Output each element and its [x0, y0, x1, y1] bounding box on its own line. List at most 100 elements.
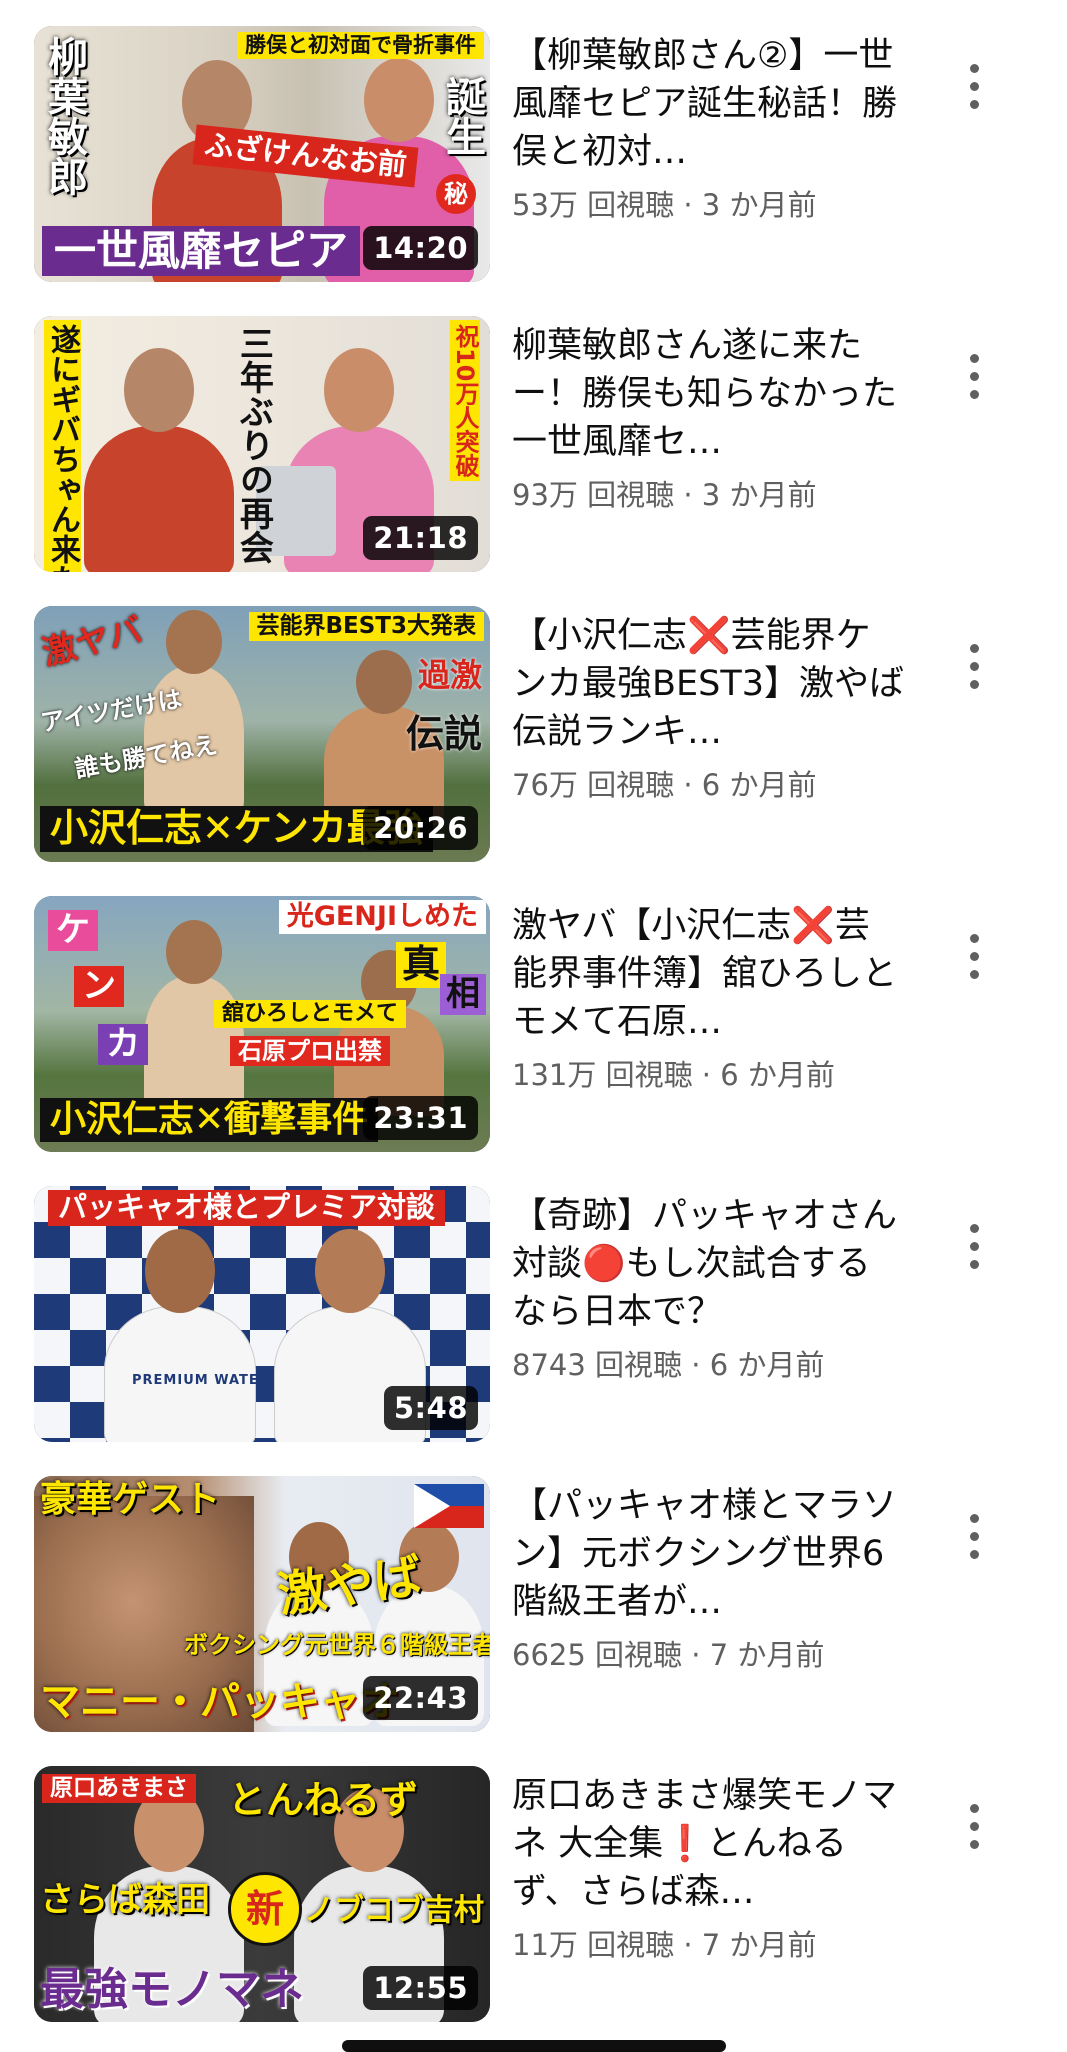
- video-meta: 53万 回視聴 · 3 か月前: [512, 182, 904, 224]
- more-options-button[interactable]: [952, 1506, 996, 1566]
- video-info[interactable]: 【小沢仁志❌芸能界ケンカ最強BEST3】激やば伝説ランキ… 76万 回視聴 · …: [512, 612, 904, 804]
- video-title[interactable]: 原口あきまさ爆笑モノマネ 大全集❗️とんねるず、さらば森…: [512, 1772, 904, 1916]
- view-count: 131万 回視聴: [512, 1058, 693, 1092]
- thumbnail-caption: さらば森田: [40, 1880, 210, 1920]
- thumbnail-caption: ノブコブ吉村: [304, 1893, 484, 1928]
- video-item[interactable]: 芸能界BEST3大発表 激ヤバ アイツだけは 誰も勝てねえ 過激 伝説 小沢仁志…: [0, 606, 1067, 876]
- video-meta: 76万 回視聴 · 6 か月前: [512, 762, 904, 804]
- thumbnail-caption: 石原プロ出禁: [230, 1036, 390, 1067]
- duration-badge: 23:31: [363, 1096, 478, 1140]
- thumbnail-caption: 舘ひろしとモメて: [214, 1000, 407, 1029]
- thumbnail-caption: 秘: [436, 174, 476, 214]
- video-thumbnail[interactable]: 勝俣と初対面で骨折事件 柳葉敏郎 誕生 ふざけんなお前 秘 一世風靡セピア 14…: [34, 26, 490, 282]
- duration-badge: 20:26: [363, 806, 478, 850]
- thumbnail-caption: 最強モノマネ: [40, 1963, 304, 2015]
- thumbnail-caption: ン: [74, 966, 124, 1008]
- thumbnail-caption: 祝10万人突破: [449, 320, 480, 482]
- upload-age: 3 か月前: [701, 188, 817, 222]
- thumbnail-caption: 新: [228, 1872, 302, 1946]
- thumbnail-caption: 勝俣と初対面で骨折事件: [237, 32, 484, 60]
- video-thumbnail[interactable]: パッキャオ様とプレミア対談 PREMIUM WATER 5:48: [34, 1186, 490, 1442]
- vertical-ellipsis-icon: [969, 1803, 979, 1849]
- home-indicator[interactable]: [342, 2040, 726, 2052]
- vertical-ellipsis-icon: [969, 63, 979, 109]
- thumbnail-caption: 柳葉敏郎: [41, 36, 87, 196]
- video-meta: 6625 回視聴 · 7 か月前: [512, 1632, 904, 1674]
- vertical-ellipsis-icon: [969, 353, 979, 399]
- meta-separator: ·: [691, 1348, 701, 1382]
- more-options-button[interactable]: [952, 1216, 996, 1276]
- person-left: [84, 348, 234, 572]
- view-count: 11万 回視聴: [512, 1928, 675, 1962]
- thumbnail-caption: マニー・パッキャオ: [40, 1679, 400, 1725]
- upload-age: 3 か月前: [701, 478, 817, 512]
- more-options-button[interactable]: [952, 56, 996, 116]
- upload-age: 6 か月前: [709, 1348, 825, 1382]
- duration-badge: 21:18: [363, 516, 478, 560]
- video-info[interactable]: 原口あきまさ爆笑モノマネ 大全集❗️とんねるず、さらば森… 11万 回視聴 · …: [512, 1772, 904, 1964]
- video-thumbnail[interactable]: 光GENJIしめた ケ ン カ 真 相 舘ひろしとモメて 石原プロ出禁 小沢仁志…: [34, 896, 490, 1152]
- video-info[interactable]: 【パッキャオ様とマラソン】元ボクシング世界6階級王者が… 6625 回視聴 · …: [512, 1482, 904, 1674]
- duration-badge: 22:43: [363, 1676, 478, 1720]
- more-options-button[interactable]: [952, 636, 996, 696]
- thumbnail-caption: 真: [395, 942, 446, 988]
- more-options-button[interactable]: [952, 926, 996, 986]
- meta-separator: ·: [683, 478, 693, 512]
- meta-separator: ·: [701, 1058, 712, 1092]
- view-count: 93万 回視聴: [512, 478, 675, 512]
- person-left: [144, 920, 244, 1116]
- video-thumbnail[interactable]: 豪華ゲスト 激やば ボクシング元世界６階級王者 マニー・パッキャオ 22:43: [34, 1476, 490, 1732]
- view-count: 53万 回視聴: [512, 188, 675, 222]
- video-thumbnail[interactable]: 芸能界BEST3大発表 激ヤバ アイツだけは 誰も勝てねえ 過激 伝説 小沢仁志…: [34, 606, 490, 862]
- thumbnail-caption: とんねるず: [228, 1778, 419, 1822]
- meta-separator: ·: [683, 188, 693, 222]
- video-title[interactable]: 【柳葉敏郎さん②】一世風靡セピア誕生秘話！勝俣と初対…: [512, 32, 904, 176]
- video-title[interactable]: 柳葉敏郎さん遂に来たー！勝俣も知らなかった一世風靡セ…: [512, 322, 904, 466]
- video-title[interactable]: 激ヤバ【小沢仁志❌芸能界事件簿】舘ひろしとモメて石原…: [512, 902, 904, 1046]
- view-count: 76万 回視聴: [512, 768, 675, 802]
- vertical-ellipsis-icon: [969, 1513, 979, 1559]
- more-options-button[interactable]: [952, 346, 996, 406]
- duration-badge: 14:20: [363, 226, 478, 270]
- view-count: 8743 回視聴: [512, 1348, 683, 1382]
- video-thumbnail[interactable]: 原口あきまさ とんねるず さらば森田 新 ノブコブ吉村 最強モノマネ 12:55: [34, 1766, 490, 2022]
- thumbnail-caption: 原口あきまさ: [42, 1774, 196, 1804]
- thumbnail-caption: 伝説: [405, 712, 482, 756]
- meta-separator: ·: [683, 1928, 693, 1962]
- video-title[interactable]: 【奇跡】パッキャオさん対談🔴もし次試合するなら日本で？: [512, 1192, 904, 1336]
- thumbnail-caption: 誕生: [439, 76, 485, 156]
- video-item[interactable]: 原口あきまさ とんねるず さらば森田 新 ノブコブ吉村 最強モノマネ 12:55…: [0, 1766, 1067, 2036]
- video-thumbnail[interactable]: 遂にギバちゃん来た 三年ぶりの再会 祝10万人突破 21:18: [34, 316, 490, 572]
- video-item[interactable]: 遂にギバちゃん来た 三年ぶりの再会 祝10万人突破 21:18 柳葉敏郎さん遂に…: [0, 316, 1067, 586]
- more-options-button[interactable]: [952, 1796, 996, 1856]
- view-count: 6625 回視聴: [512, 1638, 683, 1672]
- video-item[interactable]: 豪華ゲスト 激やば ボクシング元世界６階級王者 マニー・パッキャオ 22:43 …: [0, 1476, 1067, 1746]
- video-meta: 93万 回視聴 · 3 か月前: [512, 472, 904, 514]
- thumbnail-caption: 小沢仁志✕衝撃事件: [40, 1098, 379, 1142]
- thumbnail-caption: PREMIUM WATER: [132, 1373, 270, 1388]
- video-info[interactable]: 柳葉敏郎さん遂に来たー！勝俣も知らなかった一世風靡セ… 93万 回視聴 · 3 …: [512, 322, 904, 514]
- upload-age: 7 か月前: [709, 1638, 825, 1672]
- meta-separator: ·: [683, 768, 693, 802]
- video-item[interactable]: 勝俣と初対面で骨折事件 柳葉敏郎 誕生 ふざけんなお前 秘 一世風靡セピア 14…: [0, 26, 1067, 296]
- thumbnail-caption: 相: [440, 974, 486, 1016]
- thumbnail-caption: 光GENJIしめた: [278, 900, 486, 934]
- video-info[interactable]: 【奇跡】パッキャオさん対談🔴もし次試合するなら日本で？ 8743 回視聴 · 6…: [512, 1192, 904, 1384]
- video-item[interactable]: パッキャオ様とプレミア対談 PREMIUM WATER 5:48 【奇跡】パッキ…: [0, 1186, 1067, 1456]
- video-info[interactable]: 激ヤバ【小沢仁志❌芸能界事件簿】舘ひろしとモメて石原… 131万 回視聴 · 6…: [512, 902, 904, 1094]
- vertical-ellipsis-icon: [969, 1223, 979, 1269]
- video-item[interactable]: 光GENJIしめた ケ ン カ 真 相 舘ひろしとモメて 石原プロ出禁 小沢仁志…: [0, 896, 1067, 1166]
- video-meta: 11万 回視聴 · 7 か月前: [512, 1922, 904, 1964]
- video-info[interactable]: 【柳葉敏郎さん②】一世風靡セピア誕生秘話！勝俣と初対… 53万 回視聴 · 3 …: [512, 32, 904, 224]
- philippines-flag: [414, 1484, 484, 1528]
- thumbnail-caption: ケ: [48, 910, 98, 952]
- video-title[interactable]: 【小沢仁志❌芸能界ケンカ最強BEST3】激やば伝説ランキ…: [512, 612, 904, 756]
- vertical-ellipsis-icon: [969, 933, 979, 979]
- upload-age: 6 か月前: [701, 768, 817, 802]
- thumbnail-caption: 過激: [417, 656, 482, 694]
- video-meta: 8743 回視聴 · 6 か月前: [512, 1342, 904, 1384]
- upload-age: 7 か月前: [701, 1928, 817, 1962]
- thumbnail-caption: 豪華ゲスト: [40, 1479, 221, 1520]
- video-title[interactable]: 【パッキャオ様とマラソン】元ボクシング世界6階級王者が…: [512, 1482, 904, 1626]
- vertical-ellipsis-icon: [969, 643, 979, 689]
